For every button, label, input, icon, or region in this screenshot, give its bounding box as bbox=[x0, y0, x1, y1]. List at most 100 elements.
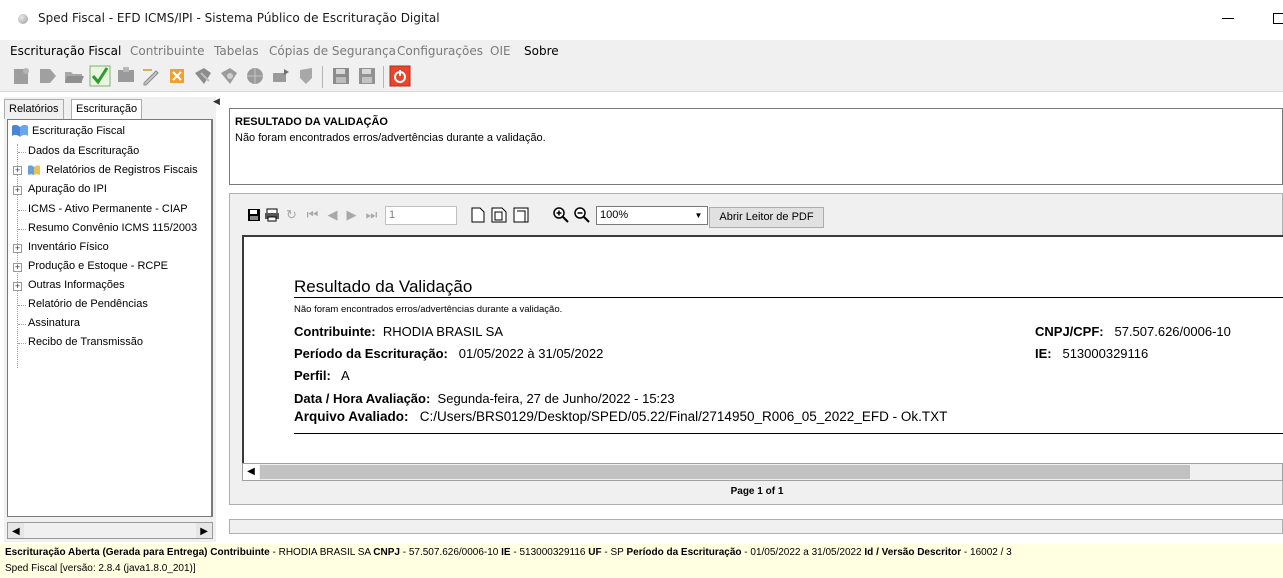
minimize-button[interactable] bbox=[1222, 18, 1234, 19]
tree-guide bbox=[17, 144, 18, 368]
zoom-select[interactable]: 100% ▼ bbox=[596, 206, 708, 225]
bottom-panel bbox=[229, 519, 1283, 534]
tree-item-pendencias[interactable]: Relatório de Pendências bbox=[28, 298, 148, 310]
app-icon bbox=[18, 14, 28, 24]
left-horizontal-scrollbar[interactable]: ◀ ▶ bbox=[7, 522, 213, 539]
menu-configuracoes[interactable]: Configurações bbox=[397, 44, 483, 58]
open-pdf-reader-button[interactable]: Abrir Leitor de PDF bbox=[709, 207, 824, 228]
save-icon[interactable] bbox=[330, 65, 352, 87]
tab-relatorios[interactable]: Relatórios bbox=[4, 99, 64, 119]
report-page: Resultado da Validação Não foram encontr… bbox=[242, 235, 1283, 463]
menu-sobre[interactable]: Sobre bbox=[524, 44, 559, 58]
tree-item-inventario[interactable]: Inventário Físico bbox=[28, 241, 109, 253]
cnpj-value: 57.507.626/0006-10 bbox=[1114, 324, 1231, 339]
status-versao: 16002 / 3 bbox=[970, 547, 1012, 558]
maximize-button[interactable] bbox=[1273, 13, 1283, 24]
expand-toggle[interactable]: + bbox=[13, 282, 22, 291]
menu-copias-de-seguranca[interactable]: Cópias de Segurança bbox=[269, 44, 396, 58]
scroll-left-arrow-icon[interactable]: ◀ bbox=[243, 464, 259, 480]
arquivo-row: Arquivo Avaliado: C:/Users/BRS0129/Deskt… bbox=[294, 409, 947, 424]
splitter-collapse-icon[interactable]: ◀ bbox=[213, 96, 220, 108]
close-icon[interactable] bbox=[166, 65, 188, 87]
expand-toggle[interactable]: + bbox=[13, 186, 22, 195]
book-icon bbox=[12, 124, 28, 137]
contribuinte-value: RHODIA BRASIL SA bbox=[382, 324, 503, 339]
contribuinte-row: Contribuinte: RHODIA BRASIL SA bbox=[294, 324, 503, 339]
result-title: RESULTADO DA VALIDAÇÃO bbox=[235, 116, 388, 128]
edit-icon[interactable] bbox=[140, 65, 162, 87]
expand-toggle[interactable]: + bbox=[13, 244, 22, 253]
print-icon[interactable] bbox=[192, 65, 214, 87]
tree-item-rcpe[interactable]: Produção e Estoque - RCPE bbox=[28, 260, 168, 272]
status-periodo-label: Período da Escrituração bbox=[626, 547, 742, 558]
report-title: Resultado da Validação bbox=[294, 277, 473, 296]
single-page-icon[interactable] bbox=[469, 206, 486, 224]
ie-label: IE: bbox=[1035, 346, 1052, 361]
expand-toggle[interactable]: + bbox=[13, 263, 22, 272]
tree-connector bbox=[18, 324, 26, 325]
menu-oie[interactable]: OIE bbox=[490, 44, 511, 58]
tree-item-apuracao-ipi[interactable]: Apuração do IPI bbox=[28, 183, 107, 195]
app-version: Sped Fiscal [versão: 2.8.4 (java1.8.0_20… bbox=[5, 563, 196, 574]
menu-contribuinte[interactable]: Contribuinte bbox=[130, 44, 205, 58]
whole-page-icon[interactable] bbox=[512, 206, 529, 224]
zoom-in-icon[interactable] bbox=[552, 206, 569, 224]
open-folder-icon[interactable] bbox=[63, 65, 85, 87]
next-page-icon[interactable]: ▶ bbox=[343, 206, 360, 224]
periodo-label: Período da Escrituração: bbox=[294, 346, 448, 361]
toolbar-separator bbox=[322, 66, 323, 88]
arquivo-label: Arquivo Avaliado: bbox=[294, 409, 409, 424]
tree-item-dados-da-escrituracao[interactable]: Dados da Escrituração bbox=[28, 145, 139, 157]
last-page-icon[interactable]: ⏭ bbox=[363, 206, 380, 224]
tree-item-convenio-115[interactable]: Resumo Convênio ICMS 115/2003 bbox=[28, 222, 197, 234]
new-file-icon[interactable] bbox=[10, 65, 32, 87]
tree-item-ciap[interactable]: ICMS - Ativo Permanente - CIAP bbox=[28, 203, 188, 215]
menu-escrituracao-fiscal[interactable]: Escrituração Fiscal bbox=[10, 44, 121, 58]
periodo-row: Período da Escrituração: 01/05/2022 à 31… bbox=[294, 346, 603, 361]
tree-item-assinatura[interactable]: Assinatura bbox=[28, 317, 80, 329]
menu-bar: Escrituração Fiscal Contribuinte Tabelas… bbox=[0, 40, 1283, 62]
tree-connector bbox=[18, 305, 26, 306]
page-width-icon[interactable] bbox=[490, 206, 507, 224]
shield-icon[interactable] bbox=[295, 65, 317, 87]
menu-tabelas[interactable]: Tabelas bbox=[214, 44, 259, 58]
status-ie: 513000329116 bbox=[519, 547, 586, 558]
result-message: Não foram encontrados erros/advertências… bbox=[235, 132, 546, 144]
report-viewer: ↻ ⏮ ◀ ▶ ⏭ 1 100% ▼ Abrir Leitor de PDF R… bbox=[229, 193, 1283, 505]
expand-toggle[interactable]: + bbox=[13, 166, 22, 175]
import-icon[interactable] bbox=[37, 65, 59, 87]
data-label: Data / Hora Avaliação: bbox=[294, 391, 431, 406]
save-as-icon[interactable] bbox=[356, 65, 378, 87]
tree-item-recibo[interactable]: Recibo de Transmissão bbox=[28, 336, 143, 348]
tree-item-outras-informacoes[interactable]: Outras Informações bbox=[28, 279, 125, 291]
status-bar: Escrituração Aberta (Gerada para Entrega… bbox=[0, 544, 1283, 578]
toolbar-separator bbox=[383, 66, 384, 88]
title-bar: Sped Fiscal - EFD ICMS/IPI - Sistema Púb… bbox=[0, 0, 1283, 40]
zoom-out-icon[interactable] bbox=[573, 206, 590, 224]
validate-check-icon[interactable] bbox=[89, 65, 111, 87]
status-cnpj: 57.507.626/0006-10 bbox=[408, 547, 499, 558]
tree-connector bbox=[18, 210, 26, 211]
power-icon[interactable] bbox=[389, 65, 411, 87]
prev-page-icon[interactable]: ◀ bbox=[324, 206, 341, 224]
perfil-label: Perfil: bbox=[294, 368, 331, 383]
status-periodo: 01/05/2022 a 31/05/2022 bbox=[750, 547, 862, 558]
print-preview-icon[interactable] bbox=[218, 65, 240, 87]
refresh-icon[interactable]: ↻ bbox=[283, 206, 300, 224]
toolbar bbox=[0, 62, 1283, 92]
sign-icon[interactable] bbox=[115, 65, 137, 87]
scrollbar-thumb[interactable] bbox=[260, 465, 1190, 479]
status-line-1: Escrituração Aberta (Gerada para Entrega… bbox=[5, 547, 1012, 558]
title-divider bbox=[294, 297, 1283, 298]
page-number-input[interactable]: 1 bbox=[385, 206, 457, 225]
print-report-icon[interactable] bbox=[263, 206, 280, 224]
first-page-icon[interactable]: ⏮ bbox=[304, 206, 321, 224]
tree-root[interactable]: Escrituração Fiscal bbox=[32, 125, 125, 137]
report-horizontal-scrollbar[interactable]: ◀ bbox=[242, 463, 1283, 481]
page-indicator: Page 1 of 1 bbox=[730, 486, 784, 497]
tree-item-relatorios-registros[interactable]: Relatórios de Registros Fiscais bbox=[46, 164, 198, 176]
transmit-icon[interactable] bbox=[270, 65, 292, 87]
tab-escrituracao[interactable]: Escrituração bbox=[71, 99, 143, 120]
save-report-icon[interactable] bbox=[245, 206, 262, 224]
globe-icon[interactable] bbox=[244, 65, 266, 87]
